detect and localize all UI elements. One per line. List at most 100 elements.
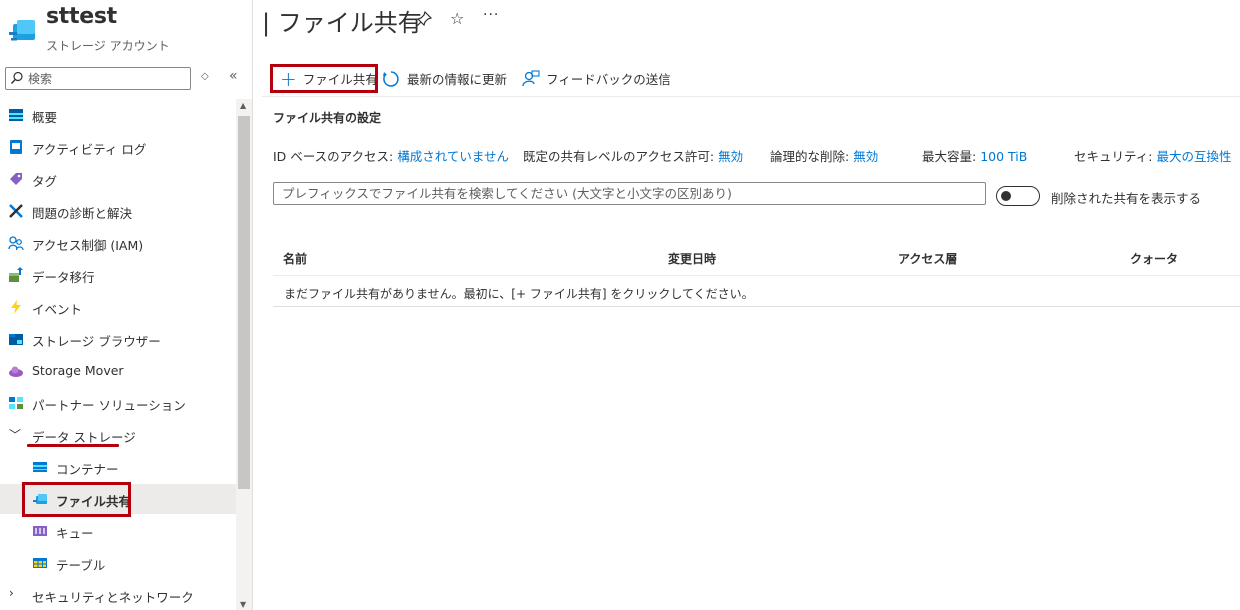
max-capacity-link[interactable]: 100 TiB	[980, 149, 1027, 164]
data-migration-icon	[9, 267, 23, 282]
file-share-settings: ID ベースのアクセス: 構成されていません 既定の共有レベルのアクセス許可: …	[273, 146, 1233, 165]
refresh-button[interactable]: 最新の情報に更新	[382, 64, 507, 93]
column-header-name[interactable]: 名前	[283, 250, 307, 267]
sidebar-item-queues[interactable]: キュー	[0, 516, 236, 546]
resource-menu: sttest ストレージ アカウント ◇ « 概要 アクティビティ ログ タグ …	[0, 0, 253, 610]
sidebar-item-data-migration[interactable]: データ移行	[0, 260, 236, 290]
sidebar-item-containers[interactable]: コンテナー	[0, 452, 236, 482]
sidebar-item-label: 概要	[32, 110, 58, 125]
pin-icon[interactable]	[416, 11, 432, 29]
max-capacity-key: 最大容量:	[922, 149, 977, 164]
menu-search-box	[5, 67, 191, 90]
queue-icon	[33, 526, 47, 536]
max-capacity-setting: 最大容量: 100 TiB	[922, 146, 1027, 165]
sidebar-item-label: パートナー ソリューション	[32, 398, 186, 413]
sidebar-group-security-networking[interactable]: › セキュリティとネットワーク	[0, 580, 236, 610]
default-share-permission-setting: 既定の共有レベルのアクセス許可: 無効	[523, 146, 743, 165]
sidebar-item-label: セキュリティとネットワーク	[32, 590, 194, 605]
sidebar-item-label: アクセス制御 (IAM)	[32, 238, 144, 253]
column-header-quota[interactable]: クォータ	[1130, 250, 1178, 267]
sidebar-item-label: コンテナー	[56, 462, 119, 477]
plus-icon: +	[280, 66, 297, 91]
lightning-icon	[11, 300, 21, 314]
sidebar-item-label: タグ	[32, 174, 58, 189]
sidebar-item-activity-log[interactable]: アクティビティ ログ	[0, 132, 236, 162]
people-icon	[8, 236, 24, 251]
sidebar-item-label: アクティビティ ログ	[32, 142, 147, 157]
sidebar-item-storage-mover[interactable]: Storage Mover	[0, 356, 236, 386]
soft-delete-setting: 論理的な削除: 無効	[770, 146, 878, 165]
table-row: まだファイル共有がありません。最初に、[+ ファイル共有] をクリックしてくださ…	[273, 276, 1240, 307]
container-icon	[33, 462, 47, 472]
chevron-down-icon: ﹀	[9, 428, 22, 442]
page-title: | ファイル共有	[262, 9, 422, 37]
feedback-icon	[522, 69, 540, 86]
identity-access-key: ID ベースのアクセス:	[273, 149, 394, 164]
show-deleted-shares-label: 削除された共有を表示する	[1051, 191, 1202, 206]
identity-access-link[interactable]: 構成されていません	[397, 149, 509, 164]
show-deleted-shares-toggle[interactable]	[996, 186, 1040, 206]
security-key: セキュリティ:	[1074, 149, 1153, 164]
storage-file-share-icon	[9, 20, 35, 41]
sidebar-group-data-storage[interactable]: ﹀ データ ストレージ	[0, 420, 236, 450]
prefix-search-input[interactable]	[274, 183, 985, 204]
sidebar-item-events[interactable]: イベント	[0, 292, 236, 322]
soft-delete-link[interactable]: 無効	[853, 149, 878, 164]
scroll-down-icon[interactable]: ▼	[240, 600, 246, 609]
storage-browser-icon	[9, 334, 23, 345]
activity-log-icon	[10, 140, 22, 154]
menu-search-input[interactable]	[28, 70, 188, 87]
partner-icon	[9, 397, 23, 409]
sidebar-item-iam[interactable]: アクセス制御 (IAM)	[0, 228, 236, 258]
security-link[interactable]: 最大の互換性	[1156, 149, 1231, 164]
security-setting: セキュリティ: 最大の互換性	[1074, 146, 1231, 165]
command-bar: + ファイル共有 最新の情報に更新 フィードバックの送信	[262, 60, 1240, 97]
menu-scrollbar[interactable]: ▲ ▼	[236, 99, 252, 610]
default-share-permission-link[interactable]: 無効	[718, 149, 743, 164]
scrollbar-thumb[interactable]	[238, 116, 250, 489]
star-icon[interactable]: ☆	[450, 9, 464, 28]
column-header-access-tier[interactable]: アクセス層	[898, 250, 957, 267]
sidebar-item-label: イベント	[32, 302, 83, 317]
sidebar-item-label: Storage Mover	[32, 363, 124, 378]
resource-type: ストレージ アカウント	[46, 39, 170, 53]
sidebar-item-overview[interactable]: 概要	[0, 100, 236, 130]
scroll-up-icon[interactable]: ▲	[240, 101, 246, 110]
empty-state-message: まだファイル共有がありません。最初に、[+ ファイル共有] をクリックしてくださ…	[284, 287, 754, 301]
sidebar-item-storage-browser[interactable]: ストレージ ブラウザー	[0, 324, 236, 354]
default-share-permission-key: 既定の共有レベルのアクセス許可:	[523, 149, 715, 164]
search-icon	[10, 71, 23, 84]
overview-icon	[9, 109, 23, 121]
settings-heading: ファイル共有の設定	[273, 111, 382, 125]
soft-delete-key: 論理的な削除:	[770, 149, 850, 164]
add-file-share-label: ファイル共有	[302, 72, 378, 87]
sidebar-item-partner-solutions[interactable]: パートナー ソリューション	[0, 388, 236, 418]
add-file-share-button[interactable]: + ファイル共有	[270, 64, 378, 93]
sidebar-item-file-shares[interactable]: ファイル共有	[0, 484, 236, 514]
sidebar-item-label: データ移行	[32, 270, 95, 285]
identity-access-setting: ID ベースのアクセス: 構成されていません	[273, 146, 509, 165]
ellipsis-icon[interactable]: ···	[483, 7, 499, 23]
sidebar-item-label: キュー	[56, 526, 94, 541]
collapse-menu-icon[interactable]: «	[229, 68, 238, 84]
toggle-knob	[1001, 191, 1011, 201]
sidebar-item-label: 問題の診断と解決	[32, 206, 133, 221]
table-icon	[33, 558, 47, 568]
sidebar-item-tables[interactable]: テーブル	[0, 548, 236, 578]
sidebar-item-label: ファイル共有	[56, 494, 132, 509]
expand-collapse-icon[interactable]: ◇	[201, 71, 209, 82]
sidebar-item-label: ストレージ ブラウザー	[32, 334, 161, 349]
feedback-label: フィードバックの送信	[546, 72, 671, 87]
resource-name: sttest	[46, 4, 117, 29]
tag-icon	[10, 173, 22, 185]
column-header-modified[interactable]: 変更日時	[668, 250, 716, 267]
wrench-icon	[9, 204, 23, 218]
sidebar-item-diagnose[interactable]: 問題の診断と解決	[0, 196, 236, 226]
file-share-icon	[33, 494, 47, 504]
cloud-icon	[9, 366, 23, 377]
feedback-button[interactable]: フィードバックの送信	[522, 64, 671, 93]
table-header: 名前 変更日時 アクセス層 クォータ	[273, 240, 1240, 276]
sidebar-item-tags[interactable]: タグ	[0, 164, 236, 194]
highlight-underline	[27, 444, 119, 447]
file-share-filter	[273, 182, 986, 205]
